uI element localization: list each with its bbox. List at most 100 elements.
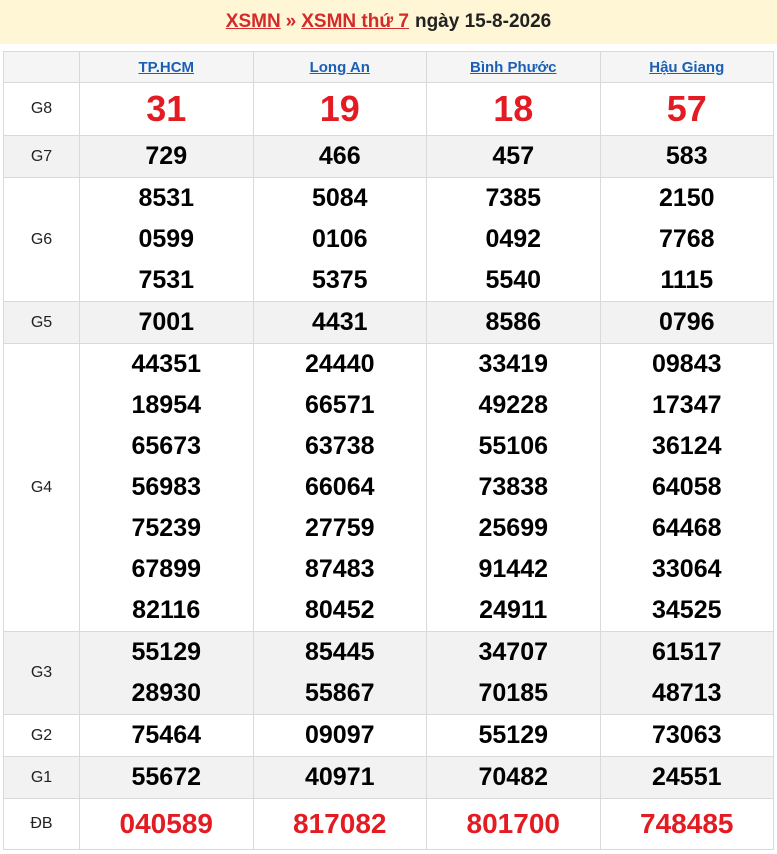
prize-number: 55672 <box>131 763 202 791</box>
prize-cell: 8586 <box>426 301 601 344</box>
prize-row: G4 44351 18954 65673 56983 75239 67899 82116 244… <box>3 343 774 632</box>
prize-cell: 583 <box>599 135 774 178</box>
prize-cell: 55672 <box>79 756 254 799</box>
prize-number: 73838 <box>478 473 549 501</box>
prize-number: 65673 <box>131 432 202 460</box>
prize-number: 33064 <box>651 555 722 583</box>
prize-number: 8531 <box>138 184 195 212</box>
prize-number: 583 <box>665 142 708 170</box>
prize-cell: 34707 70185 <box>426 631 601 715</box>
prize-number: 56983 <box>131 473 202 501</box>
prize-number: 49228 <box>478 391 549 419</box>
prize-number: 80452 <box>304 596 375 624</box>
prize-number: 5540 <box>485 266 542 294</box>
prize-label: G7 <box>3 135 80 178</box>
page-header: XSMN » XSMN thứ 7 ngày 15-8-2026 <box>0 0 777 44</box>
prize-cell: 0796 <box>599 301 774 344</box>
prize-number: 457 <box>492 142 535 170</box>
prize-cell: 40971 <box>252 756 427 799</box>
prize-cell: 33419 49228 55106 73838 25699 91442 24911 <box>426 343 601 632</box>
prize-number: 7001 <box>138 308 195 336</box>
prize-label: G1 <box>3 756 80 799</box>
prize-number: 57 <box>666 88 707 129</box>
xsmn-saturday-link[interactable]: XSMN thứ 7 <box>301 11 409 33</box>
prize-number: 24440 <box>304 350 375 378</box>
prize-cell: 61517 48713 <box>599 631 774 715</box>
prize-number: 24551 <box>651 763 722 791</box>
prize-cell: 57 <box>599 82 774 136</box>
prize-number: 801700 <box>466 808 560 839</box>
prize-number: 27759 <box>304 514 375 542</box>
prize-number: 36124 <box>651 432 722 460</box>
province-header: TP.HCM <box>79 51 254 83</box>
prize-number: 55867 <box>304 679 375 707</box>
prize-number: 64468 <box>651 514 722 542</box>
province-link[interactable]: Bình Phước <box>470 59 557 76</box>
prize-number: 44351 <box>131 350 202 378</box>
prize-cell: 18 <box>426 82 601 136</box>
prize-number: 0796 <box>658 308 715 336</box>
prize-rows: G8 31 19 18 57 G7 729 466 457 583 G6 8531 0599 7531 50… <box>3 82 774 850</box>
prize-number: 19 <box>319 88 360 129</box>
prize-row: G7 729 466 457 583 <box>3 135 774 178</box>
prize-label: G5 <box>3 301 80 344</box>
xsmn-link[interactable]: XSMN <box>226 11 281 33</box>
prize-cell: 24440 66571 63738 66064 27759 87483 80452 <box>252 343 427 632</box>
prize-number: 64058 <box>651 473 722 501</box>
prize-cell: 457 <box>426 135 601 178</box>
prize-number: 0599 <box>138 225 195 253</box>
prize-number: 87483 <box>304 555 375 583</box>
prize-number: 17347 <box>651 391 722 419</box>
prize-row: G5 7001 4431 8586 0796 <box>3 301 774 344</box>
prize-label: G6 <box>3 177 80 302</box>
prize-number: 34707 <box>478 638 549 666</box>
prize-label: G2 <box>3 714 80 757</box>
prize-number: 66571 <box>304 391 375 419</box>
prize-number: 40971 <box>304 763 375 791</box>
prize-cell: 748485 <box>599 798 774 850</box>
prize-number: 18 <box>493 88 534 129</box>
prize-cell: 817082 <box>252 798 427 850</box>
prize-number: 31 <box>146 88 187 129</box>
prize-number: 34525 <box>651 596 722 624</box>
prize-number: 82116 <box>132 596 201 624</box>
prize-cell: 85445 55867 <box>252 631 427 715</box>
prize-number: 09843 <box>651 350 722 378</box>
prize-cell: 55129 <box>426 714 601 757</box>
prize-row: G3 55129 28930 85445 55867 34707 70185 61517 487… <box>3 631 774 715</box>
prize-label: ĐB <box>3 798 80 850</box>
prize-number: 25699 <box>478 514 549 542</box>
prize-label: G4 <box>3 343 80 632</box>
prize-row: G8 31 19 18 57 <box>3 82 774 136</box>
prize-cell: 7001 <box>79 301 254 344</box>
prize-cell: 09097 <box>252 714 427 757</box>
prize-cell: 73063 <box>599 714 774 757</box>
breadcrumb-separator: » <box>285 11 297 32</box>
prize-number: 91442 <box>478 555 549 583</box>
prize-cell: 2150 7768 1115 <box>599 177 774 302</box>
prize-number: 70482 <box>478 763 549 791</box>
prize-number: 33419 <box>478 350 549 378</box>
prize-number: 7768 <box>658 225 715 253</box>
prize-cell: 19 <box>252 82 427 136</box>
prize-cell: 31 <box>79 82 254 136</box>
prize-number: 7385 <box>485 184 542 212</box>
province-link[interactable]: TP.HCM <box>138 59 194 76</box>
prize-number: 0492 <box>485 225 542 253</box>
prize-number: 4431 <box>311 308 368 336</box>
draw-date: ngày 15-8-2026 <box>414 11 552 32</box>
prize-number: 28930 <box>131 679 202 707</box>
prize-number: 55129 <box>131 638 202 666</box>
prize-number: 55129 <box>478 721 549 749</box>
prize-cell: 7385 0492 5540 <box>426 177 601 302</box>
province-link[interactable]: Hậu Giang <box>649 59 724 76</box>
prize-number: 55106 <box>478 432 549 460</box>
prize-number: 040589 <box>119 808 213 839</box>
prize-cell: 55129 28930 <box>79 631 254 715</box>
prize-cell: 70482 <box>426 756 601 799</box>
province-header: Long An <box>252 51 427 83</box>
prize-number: 7531 <box>138 266 195 294</box>
province-header: Bình Phước <box>426 51 601 83</box>
province-link[interactable]: Long An <box>310 59 370 76</box>
prize-number: 18954 <box>131 391 202 419</box>
